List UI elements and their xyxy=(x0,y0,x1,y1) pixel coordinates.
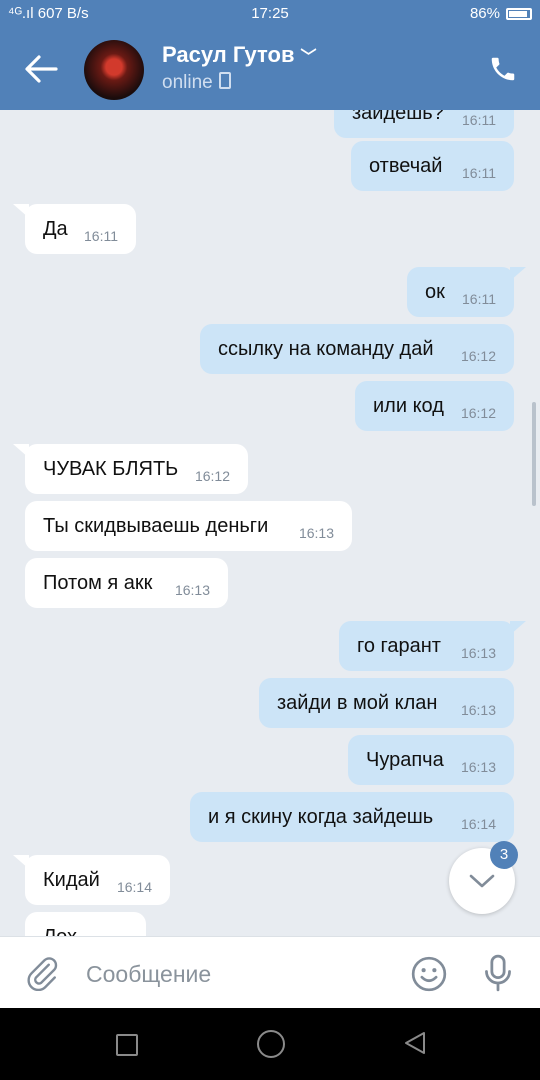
contact-name[interactable]: Расул Гутов ﹀ xyxy=(162,42,317,68)
message-text: Лох xyxy=(43,926,77,936)
paperclip-icon[interactable] xyxy=(24,955,60,991)
status-bar: ⁴ᴳ.ıl 607 B/s 17:25 86% xyxy=(0,0,540,28)
message-incoming[interactable]: Ты скидвываешь деньги 16:13 xyxy=(25,501,352,551)
message-text: и я скину когда зайдешь xyxy=(208,806,434,828)
message-time: 16:14 xyxy=(460,816,496,832)
chat-header: Расул Гутов ﹀ online xyxy=(0,28,540,110)
back-triangle-icon[interactable] xyxy=(402,1030,428,1056)
message-outgoing[interactable]: зайди в мой клан 16:13 xyxy=(259,678,514,728)
message-incoming[interactable]: Потом я акк 16:13 xyxy=(25,558,228,608)
status-right: 86% xyxy=(470,5,532,22)
message-time: 16:11 xyxy=(462,112,496,128)
message-outgoing[interactable]: ок 16:11 xyxy=(407,267,526,317)
message-time: 16:11 xyxy=(84,228,118,244)
message-time: 16:13 xyxy=(174,582,210,598)
battery-icon xyxy=(506,7,532,20)
message-text: зайдешь? xyxy=(352,110,444,124)
smile-icon[interactable] xyxy=(410,955,448,993)
message-outgoing[interactable]: го гарант 16:13 xyxy=(339,621,526,671)
message-input[interactable] xyxy=(84,957,388,991)
message-outgoing[interactable]: отвечай 16:11 xyxy=(351,141,514,191)
message-text: Потом я акк xyxy=(43,572,153,594)
chevron-down-icon: ﹀ xyxy=(300,49,317,66)
message-incoming[interactable]: ЧУВАК БЛЯТЬ 16:12 xyxy=(13,444,248,494)
message-text: ЧУВАК БЛЯТЬ xyxy=(43,458,179,480)
battery-percent: 86% xyxy=(469,5,500,22)
message-text: ок xyxy=(425,281,445,303)
message-text: Чурапча xyxy=(366,749,444,771)
avatar[interactable] xyxy=(84,40,144,100)
message-time: 16:13 xyxy=(460,759,496,775)
scrollbar[interactable] xyxy=(532,402,536,506)
message-time: 16:11 xyxy=(462,165,496,181)
message-text: Кидай xyxy=(43,869,100,891)
message-outgoing[interactable]: Чурапча 16:13 xyxy=(348,735,514,785)
message-outgoing[interactable]: или код 16:12 xyxy=(355,381,514,431)
message-incoming[interactable]: Лох xyxy=(25,912,146,936)
chevron-down-icon xyxy=(469,874,495,888)
phone-icon[interactable] xyxy=(488,54,518,84)
message-time: 16:14 xyxy=(116,879,152,895)
message-text: отвечай xyxy=(369,155,443,177)
message-outgoing[interactable]: и я скину когда зайдешь 16:14 xyxy=(190,792,514,842)
message-text: го гарант xyxy=(357,635,441,657)
message-incoming[interactable]: Кидай 16:14 xyxy=(13,855,170,905)
message-time: 16:13 xyxy=(460,645,496,661)
message-time: 16:12 xyxy=(194,468,230,484)
arrow-left-icon[interactable] xyxy=(24,54,58,84)
message-time: 16:12 xyxy=(460,405,496,421)
message-list[interactable]: зайдешь? 16:11 отвечай 16:11 Да 16:11 ок… xyxy=(0,110,540,936)
message-text: или код xyxy=(373,395,444,417)
recents-icon[interactable] xyxy=(116,1034,138,1056)
unread-badge: 3 xyxy=(490,841,518,869)
contact-name-text: Расул Гутов xyxy=(162,42,295,67)
message-time: 16:13 xyxy=(460,702,496,718)
message-text: Да xyxy=(43,218,68,240)
home-icon[interactable] xyxy=(257,1030,285,1058)
composer xyxy=(0,936,540,1008)
contact-status-text: online xyxy=(162,72,213,93)
message-time: 16:12 xyxy=(460,348,496,364)
message-incoming[interactable]: Да 16:11 xyxy=(13,204,136,254)
system-nav-bar xyxy=(0,1008,540,1080)
message-text: Ты скидвываешь деньги xyxy=(43,515,269,537)
message-outgoing[interactable]: ссылку на команду дай 16:12 xyxy=(200,324,514,374)
message-text: зайди в мой клан xyxy=(277,692,438,714)
clock: 17:25 xyxy=(251,5,289,22)
message-text: ссылку на команду дай xyxy=(218,338,434,360)
contact-status: online xyxy=(162,72,231,94)
microphone-icon[interactable] xyxy=(482,953,514,993)
message-outgoing[interactable]: зайдешь? 16:11 xyxy=(334,110,514,138)
message-time: 16:13 xyxy=(298,525,334,541)
mobile-icon xyxy=(218,72,231,89)
message-time: 16:11 xyxy=(462,291,496,307)
